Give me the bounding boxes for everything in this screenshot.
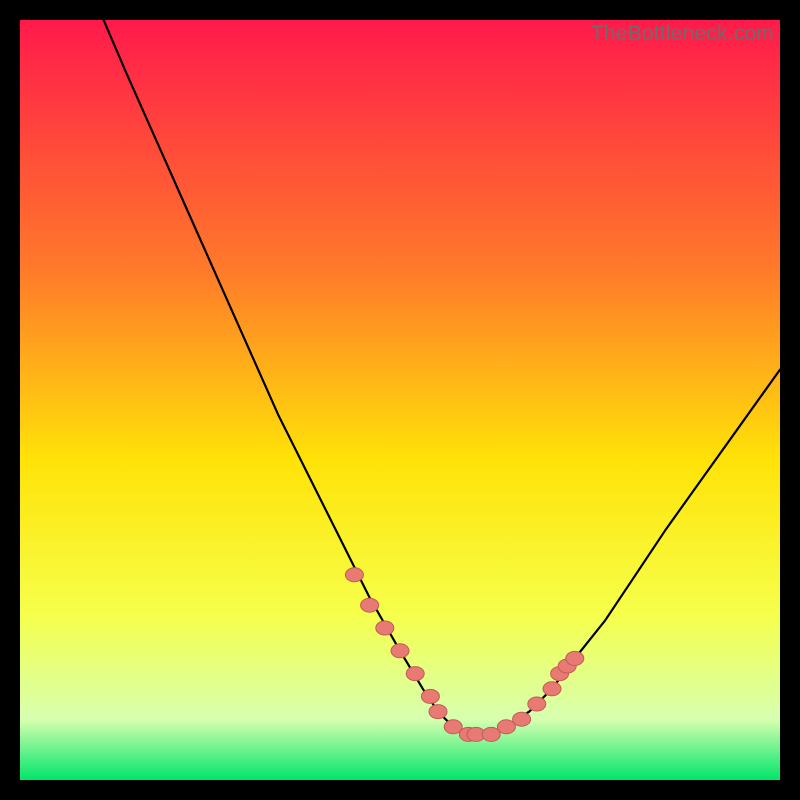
highlight-dot (361, 598, 379, 612)
highlight-dot (513, 712, 531, 726)
gradient-background (20, 20, 780, 780)
highlight-dot (429, 705, 447, 719)
chart-frame: TheBottleneck.com (20, 20, 780, 780)
highlight-dot (528, 697, 546, 711)
highlight-dot (345, 568, 363, 582)
highlight-dot (444, 720, 462, 734)
highlight-dot (391, 644, 409, 658)
watermark-label: TheBottleneck.com (591, 22, 774, 46)
highlight-dot (421, 689, 439, 703)
highlight-dot (497, 720, 515, 734)
highlight-dot (376, 621, 394, 635)
highlight-dot (406, 667, 424, 681)
highlight-dot (543, 682, 561, 696)
plot-svg (20, 20, 780, 780)
highlight-dot (482, 727, 500, 741)
highlight-dot (566, 651, 584, 665)
